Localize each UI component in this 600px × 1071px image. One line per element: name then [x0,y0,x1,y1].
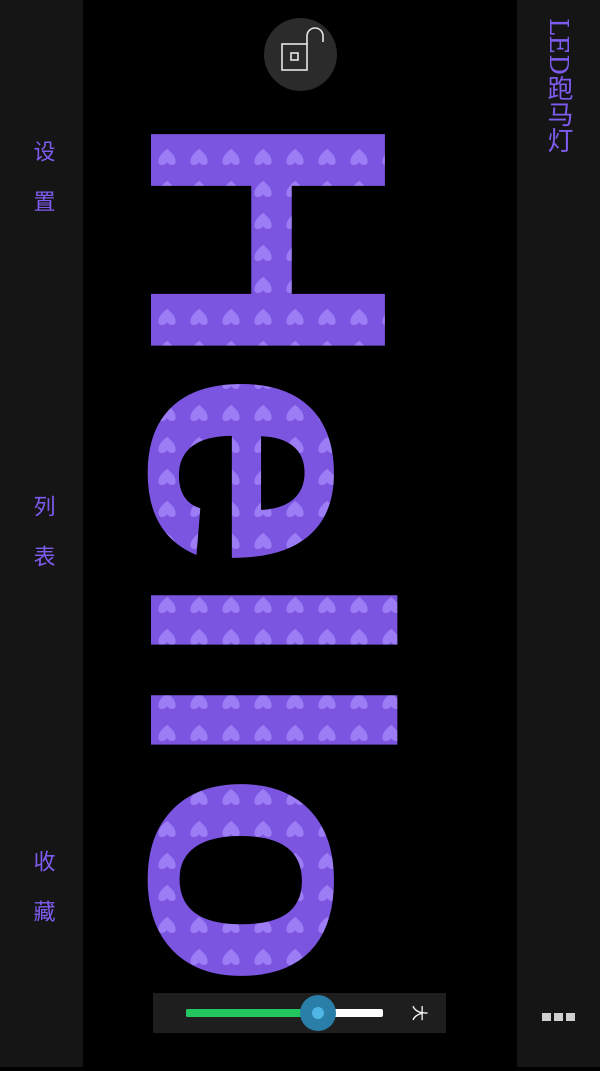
size-slider-fill [186,1009,318,1017]
marquee-text-svg: Hello [78,110,458,990]
lock-toggle-button[interactable] [264,18,337,91]
size-slider-thumb[interactable] [299,995,336,1031]
left-panel: 设置 列表 收藏 [0,0,83,1067]
size-slider-track[interactable] [186,995,383,1031]
size-label: 大 [410,1004,429,1021]
favorites-button[interactable]: 收藏 [0,840,83,960]
unlock-icon [281,27,324,71]
right-panel: LED跑马灯 [517,0,600,1067]
settings-button[interactable]: 设置 [0,130,83,250]
list-button[interactable]: 列表 [0,485,83,605]
more-dots-icon[interactable] [540,1006,576,1028]
marquee-display[interactable]: Hello [78,0,517,1067]
marquee-text: Hello [83,110,458,990]
size-slider-panel: 大 [153,993,446,1033]
app-title: LED跑马灯 [543,18,573,154]
